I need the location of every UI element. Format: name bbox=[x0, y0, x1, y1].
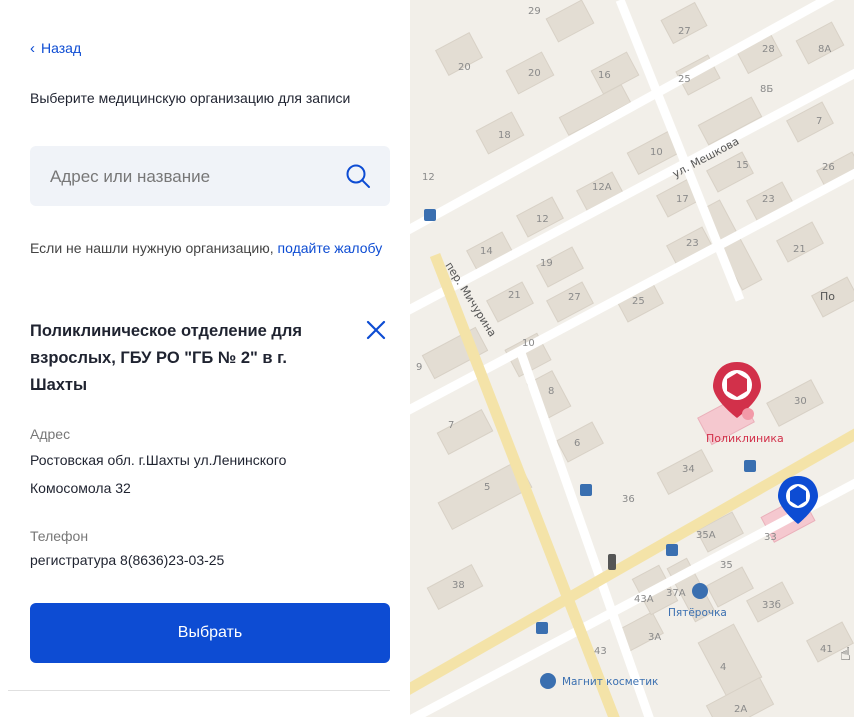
svg-text:15: 15 bbox=[736, 160, 749, 171]
svg-text:30: 30 bbox=[794, 396, 807, 407]
street-label-po: По bbox=[820, 290, 835, 303]
back-link[interactable]: ‹ Назад bbox=[30, 40, 81, 56]
divider bbox=[8, 690, 390, 691]
svg-text:9: 9 bbox=[416, 362, 422, 373]
svg-text:4: 4 bbox=[720, 662, 726, 673]
svg-text:21: 21 bbox=[508, 290, 521, 301]
svg-text:16: 16 bbox=[598, 70, 611, 81]
svg-text:18: 18 bbox=[498, 130, 511, 141]
svg-text:43А: 43А bbox=[634, 594, 654, 605]
traffic-light-icon bbox=[608, 554, 616, 570]
complaint-link[interactable]: подайте жалобу bbox=[278, 240, 383, 256]
address-value: Ростовская обл. г.Шахты ул.Ленинского Ко… bbox=[30, 452, 287, 496]
svg-text:Магнит косметик: Магнит косметик bbox=[562, 676, 658, 688]
left-panel: ‹ Назад Выберите медицинскую организацию… bbox=[0, 0, 410, 717]
back-label: Назад bbox=[41, 40, 82, 56]
svg-text:34: 34 bbox=[682, 464, 695, 475]
svg-text:35А: 35А bbox=[696, 530, 716, 541]
svg-text:20: 20 bbox=[458, 62, 471, 73]
not-found-text: Если не нашли нужную организацию, bbox=[30, 240, 274, 256]
svg-text:14: 14 bbox=[480, 246, 493, 257]
svg-text:33: 33 bbox=[764, 532, 777, 543]
svg-text:10: 10 bbox=[522, 338, 535, 349]
svg-text:23: 23 bbox=[762, 194, 775, 205]
select-button[interactable]: Выбрать bbox=[30, 603, 390, 663]
svg-text:37А: 37А bbox=[666, 588, 686, 599]
svg-text:12А: 12А bbox=[592, 182, 612, 193]
search-icon[interactable] bbox=[344, 162, 372, 190]
magnit-poi[interactable]: Магнит косметик bbox=[540, 673, 658, 689]
phone-value: регистратура 8(8636)23-03-25 bbox=[30, 552, 225, 568]
selected-poi-label: Поликлиника bbox=[706, 432, 784, 445]
svg-text:38: 38 bbox=[452, 580, 465, 591]
svg-text:43: 43 bbox=[594, 646, 607, 657]
search-box bbox=[30, 146, 390, 208]
svg-text:26: 26 bbox=[822, 162, 835, 173]
svg-text:41: 41 bbox=[820, 644, 833, 655]
svg-text:21: 21 bbox=[793, 244, 806, 255]
map-view[interactable]: пер. Мичурина ул. Мешкова По 29 27 28 8А… bbox=[410, 0, 854, 717]
svg-text:Пятёрочка: Пятёрочка bbox=[668, 607, 727, 619]
svg-text:17: 17 bbox=[676, 194, 689, 205]
svg-text:8: 8 bbox=[548, 386, 554, 397]
svg-text:8Б: 8Б bbox=[760, 84, 773, 95]
svg-text:25: 25 bbox=[678, 74, 691, 85]
search-input[interactable] bbox=[48, 146, 342, 208]
svg-text:3А: 3А bbox=[648, 632, 661, 643]
svg-text:25: 25 bbox=[632, 296, 645, 307]
svg-text:35: 35 bbox=[720, 560, 733, 571]
close-icon[interactable] bbox=[364, 318, 388, 342]
svg-text:5: 5 bbox=[484, 482, 490, 493]
address-label: Адрес bbox=[30, 426, 71, 442]
chevron-left-icon: ‹ bbox=[30, 39, 35, 57]
page-prompt: Выберите медицинскую организацию для зап… bbox=[30, 90, 351, 106]
svg-text:36: 36 bbox=[622, 494, 635, 505]
svg-text:29: 29 bbox=[528, 6, 541, 17]
svg-text:20: 20 bbox=[528, 68, 541, 79]
svg-text:33б: 33б bbox=[762, 600, 781, 611]
svg-text:8А: 8А bbox=[818, 44, 831, 55]
phone-label: Телефон bbox=[30, 528, 89, 544]
svg-text:6: 6 bbox=[574, 438, 580, 449]
svg-text:7: 7 bbox=[816, 116, 822, 127]
map-canvas[interactable]: пер. Мичурина ул. Мешкова По 29 27 28 8А… bbox=[410, 0, 854, 717]
svg-text:12: 12 bbox=[536, 214, 549, 225]
svg-text:27: 27 bbox=[568, 292, 581, 303]
hand-cursor-icon: ☝ bbox=[840, 644, 851, 665]
svg-text:2А: 2А bbox=[734, 704, 747, 715]
svg-text:19: 19 bbox=[540, 258, 553, 269]
svg-text:7: 7 bbox=[448, 420, 454, 431]
svg-text:12: 12 bbox=[422, 172, 435, 183]
svg-text:10: 10 bbox=[650, 147, 663, 158]
svg-text:23: 23 bbox=[686, 238, 699, 249]
not-found-note: Если не нашли нужную организацию, подайт… bbox=[30, 234, 390, 262]
organization-name: Поликлиническое отделение для взрослых, … bbox=[30, 322, 303, 394]
svg-text:27: 27 bbox=[678, 26, 691, 37]
svg-text:28: 28 bbox=[762, 44, 775, 55]
